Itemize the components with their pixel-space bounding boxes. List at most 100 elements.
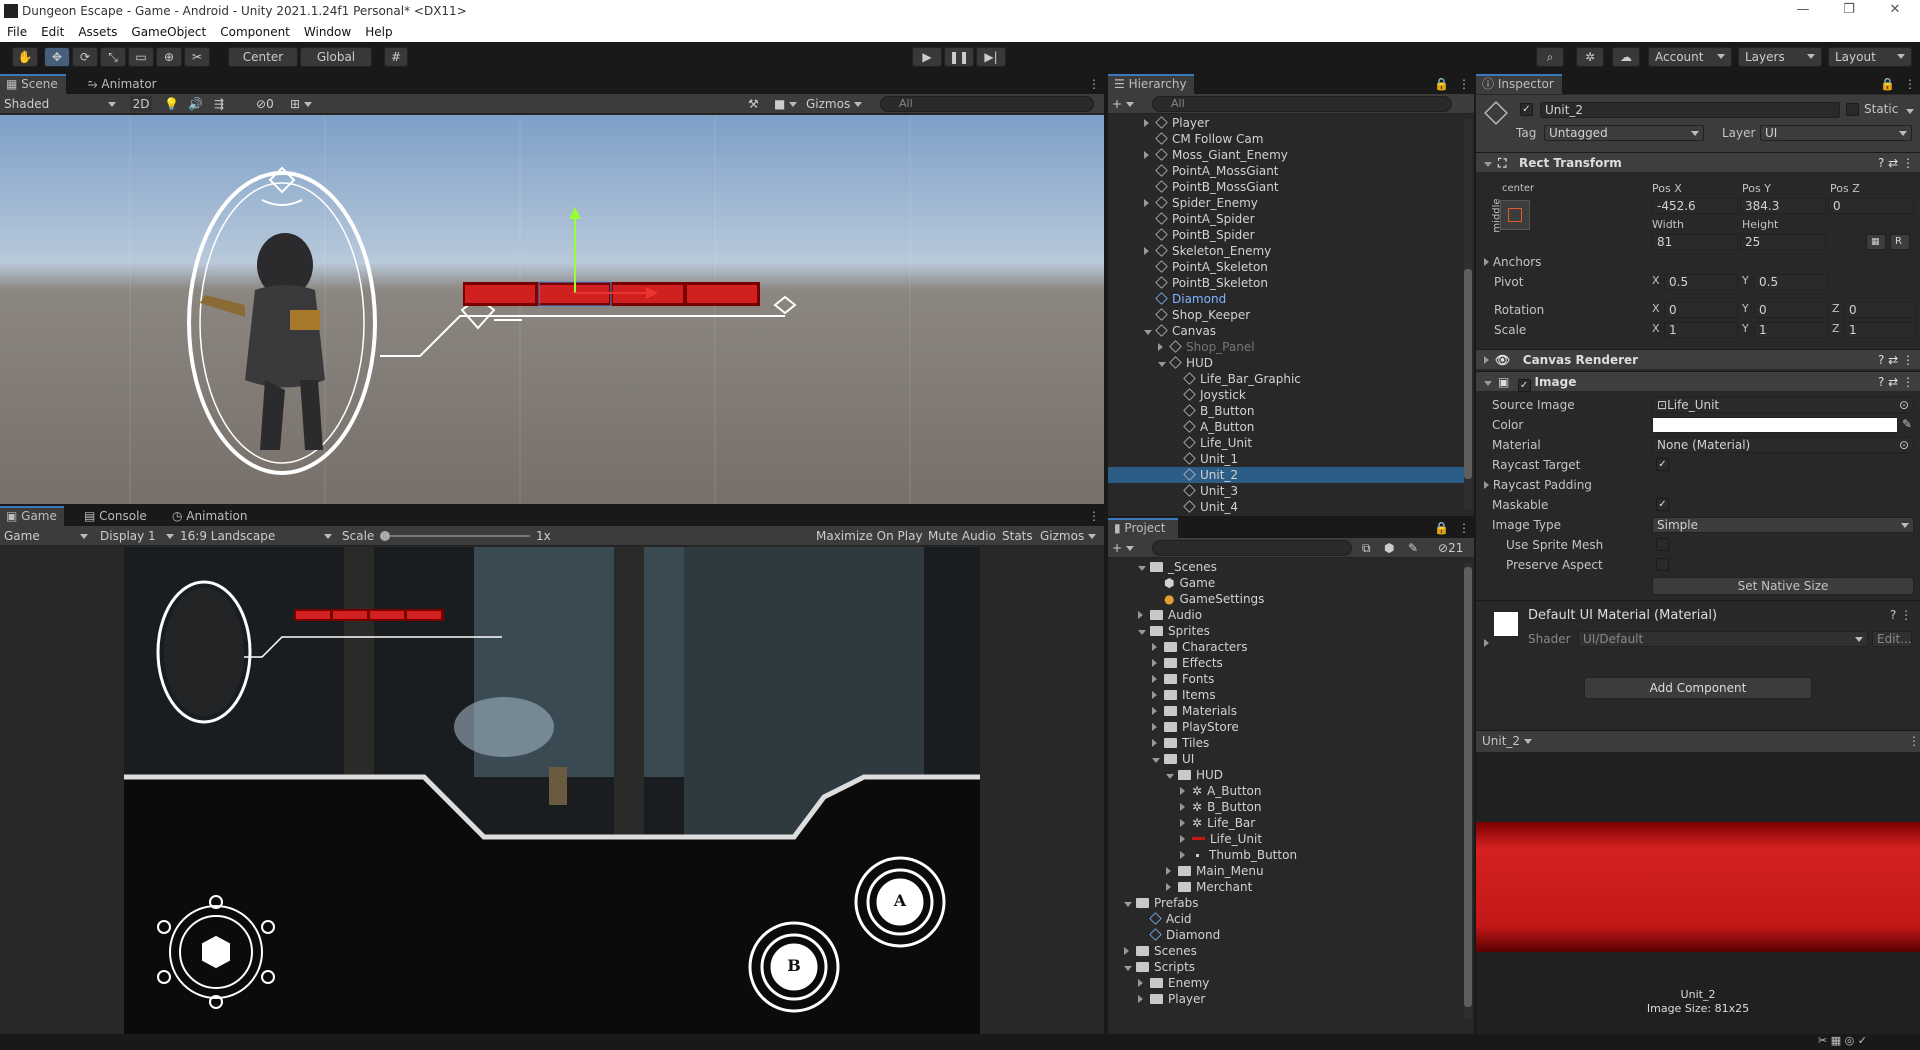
expanded-arrow-icon[interactable] bbox=[1166, 767, 1178, 783]
project-item[interactable]: ✲ B_Button bbox=[1108, 799, 1464, 815]
hidden-packages-icon[interactable]: ⊘21 bbox=[1438, 540, 1463, 556]
hierarchy-item[interactable]: Joystick bbox=[1108, 387, 1464, 403]
project-search-input[interactable] bbox=[1152, 540, 1352, 556]
project-item[interactable]: Materials bbox=[1108, 703, 1464, 719]
collapsed-arrow-icon[interactable] bbox=[1124, 943, 1136, 959]
move-tool-icon[interactable]: ✥ bbox=[44, 47, 70, 67]
pivot-global-button[interactable]: Global bbox=[300, 47, 372, 67]
hierarchy-item[interactable]: Unit_3 bbox=[1108, 483, 1464, 499]
rect-transform-header[interactable]: ⛶ Rect Transform ? ⇄ ⋮ bbox=[1476, 152, 1920, 172]
project-item[interactable]: HUD bbox=[1108, 767, 1464, 783]
eyedropper-icon[interactable]: ✎ bbox=[1902, 417, 1912, 431]
project-item[interactable]: Scenes bbox=[1108, 943, 1464, 959]
anchor-presets-icon[interactable] bbox=[1500, 200, 1530, 230]
project-item[interactable]: UI bbox=[1108, 751, 1464, 767]
component-menu-icons[interactable]: ? ⇄ ⋮ bbox=[1878, 372, 1914, 392]
component-menu-icons[interactable]: ? ⇄ ⋮ bbox=[1878, 153, 1914, 173]
tab-game[interactable]: ▣ Game bbox=[0, 506, 64, 526]
custom-tool-icon[interactable]: ✂ bbox=[184, 47, 210, 67]
collapsed-arrow-icon[interactable] bbox=[1144, 195, 1156, 211]
stats-toggle[interactable]: Stats bbox=[1002, 528, 1033, 544]
project-item[interactable]: Player bbox=[1108, 991, 1464, 1007]
expanded-arrow-icon[interactable] bbox=[1124, 895, 1136, 911]
close-button[interactable]: ✕ bbox=[1872, 0, 1918, 22]
expanded-arrow-icon[interactable] bbox=[1158, 355, 1170, 371]
lock-icon[interactable]: 🔒 bbox=[1428, 518, 1455, 538]
collapsed-arrow-icon[interactable] bbox=[1152, 671, 1164, 687]
tab-hierarchy[interactable]: ☰ Hierarchy bbox=[1108, 74, 1194, 94]
collapsed-arrow-icon[interactable] bbox=[1152, 639, 1164, 655]
collapsed-arrow-icon[interactable] bbox=[1180, 831, 1192, 847]
collapsed-arrow-icon[interactable] bbox=[1166, 879, 1178, 895]
effects-icon[interactable]: ⇶ bbox=[214, 96, 224, 112]
hierarchy-item[interactable]: Unit_2 bbox=[1108, 467, 1464, 483]
width-field[interactable]: 81 bbox=[1652, 234, 1738, 250]
menu-edit[interactable]: Edit bbox=[34, 25, 71, 39]
project-item[interactable]: Main_Menu bbox=[1108, 863, 1464, 879]
expanded-arrow-icon[interactable] bbox=[1152, 751, 1164, 767]
hierarchy-item[interactable]: Shop_Keeper bbox=[1108, 307, 1464, 323]
camera-icon[interactable]: ■ bbox=[774, 96, 798, 112]
collapsed-arrow-icon[interactable] bbox=[1180, 799, 1192, 815]
menu-assets[interactable]: Assets bbox=[71, 25, 124, 39]
project-item[interactable]: ✲ Life_Bar bbox=[1108, 815, 1464, 831]
project-item[interactable]: ⬢ Game bbox=[1108, 575, 1464, 591]
scene-search-input[interactable]: All bbox=[880, 96, 1094, 112]
tools-icon[interactable]: ⚒ bbox=[748, 96, 759, 112]
collapsed-arrow-icon[interactable] bbox=[1180, 815, 1192, 831]
source-image-field[interactable]: ⊡Life_Unit ⊙ bbox=[1652, 397, 1914, 413]
blueprint-mode-button[interactable]: ▦ bbox=[1866, 234, 1886, 250]
pivot-y-field[interactable]: 0.5 bbox=[1754, 274, 1828, 290]
hierarchy-item[interactable]: Unit_1 bbox=[1108, 451, 1464, 467]
menu-gameobject[interactable]: GameObject bbox=[124, 25, 213, 39]
preview-dropdown[interactable]: Unit_2 bbox=[1482, 734, 1532, 748]
project-item[interactable]: Enemy bbox=[1108, 975, 1464, 991]
use-sprite-mesh-checkbox[interactable] bbox=[1656, 538, 1669, 551]
height-field[interactable]: 25 bbox=[1740, 234, 1826, 250]
project-item[interactable]: _Scenes bbox=[1108, 559, 1464, 575]
2d-toggle[interactable]: 2D bbox=[130, 96, 152, 112]
hierarchy-item[interactable]: PointB_Skeleton bbox=[1108, 275, 1464, 291]
menu-window[interactable]: Window bbox=[297, 25, 358, 39]
panel-menu-icon[interactable]: ⋮ bbox=[1082, 506, 1106, 526]
lighting-icon[interactable]: 💡 bbox=[164, 96, 179, 112]
hierarchy-item[interactable]: Moss_Giant_Enemy bbox=[1108, 147, 1464, 163]
collapsed-arrow-icon[interactable] bbox=[1152, 687, 1164, 703]
hidden-objects-icon[interactable]: ⊘0 bbox=[256, 96, 274, 112]
collapsed-arrow-icon[interactable] bbox=[1144, 147, 1156, 163]
menu-help[interactable]: Help bbox=[358, 25, 399, 39]
layer-dropdown[interactable]: UI bbox=[1760, 125, 1912, 141]
color-swatch[interactable] bbox=[1652, 417, 1898, 433]
collapsed-arrow-icon[interactable] bbox=[1180, 783, 1192, 799]
add-component-button[interactable]: Add Component bbox=[1584, 677, 1812, 699]
hierarchy-item[interactable]: HUD bbox=[1108, 355, 1464, 371]
static-checkbox[interactable] bbox=[1846, 103, 1859, 116]
raycast-padding-foldout[interactable]: Raycast Padding bbox=[1484, 477, 1920, 493]
tab-project[interactable]: ▮ Project bbox=[1108, 518, 1178, 538]
project-item[interactable]: Items bbox=[1108, 687, 1464, 703]
layers-dropdown[interactable]: Layers bbox=[1738, 47, 1822, 67]
display-dropdown[interactable]: Display 1 bbox=[100, 528, 174, 544]
project-item[interactable]: Merchant bbox=[1108, 879, 1464, 895]
collapsed-arrow-icon[interactable] bbox=[1158, 339, 1170, 355]
scene-viewport[interactable] bbox=[0, 115, 1104, 504]
collapsed-arrow-icon[interactable] bbox=[1152, 655, 1164, 671]
menu-component[interactable]: Component bbox=[213, 25, 297, 39]
hierarchy-item[interactable]: Canvas bbox=[1108, 323, 1464, 339]
project-item[interactable]: Sprites bbox=[1108, 623, 1464, 639]
search-by-label-icon[interactable]: ⬢ bbox=[1384, 540, 1394, 556]
mute-audio-toggle[interactable]: Mute Audio bbox=[928, 528, 996, 544]
project-item[interactable]: Tiles bbox=[1108, 735, 1464, 751]
search-icon[interactable]: ⌕ bbox=[1536, 47, 1564, 67]
search-by-type-icon[interactable]: ⧉ bbox=[1362, 540, 1371, 556]
rotation-x-field[interactable]: 0 bbox=[1664, 302, 1738, 318]
material-field[interactable]: None (Material) ⊙ bbox=[1652, 437, 1914, 453]
raycast-target-checkbox[interactable]: ✓ bbox=[1656, 458, 1669, 471]
transform-tool-icon[interactable]: ⊕ bbox=[156, 47, 182, 67]
project-item[interactable]: Effects bbox=[1108, 655, 1464, 671]
collapsed-arrow-icon[interactable] bbox=[1138, 607, 1150, 623]
panel-menu-icon[interactable]: ⋮ bbox=[1898, 74, 1920, 94]
hierarchy-scrollbar[interactable] bbox=[1464, 119, 1472, 509]
game-gizmos-dropdown[interactable]: Gizmos bbox=[1040, 528, 1097, 544]
anchors-foldout[interactable]: Anchors bbox=[1484, 254, 1920, 270]
